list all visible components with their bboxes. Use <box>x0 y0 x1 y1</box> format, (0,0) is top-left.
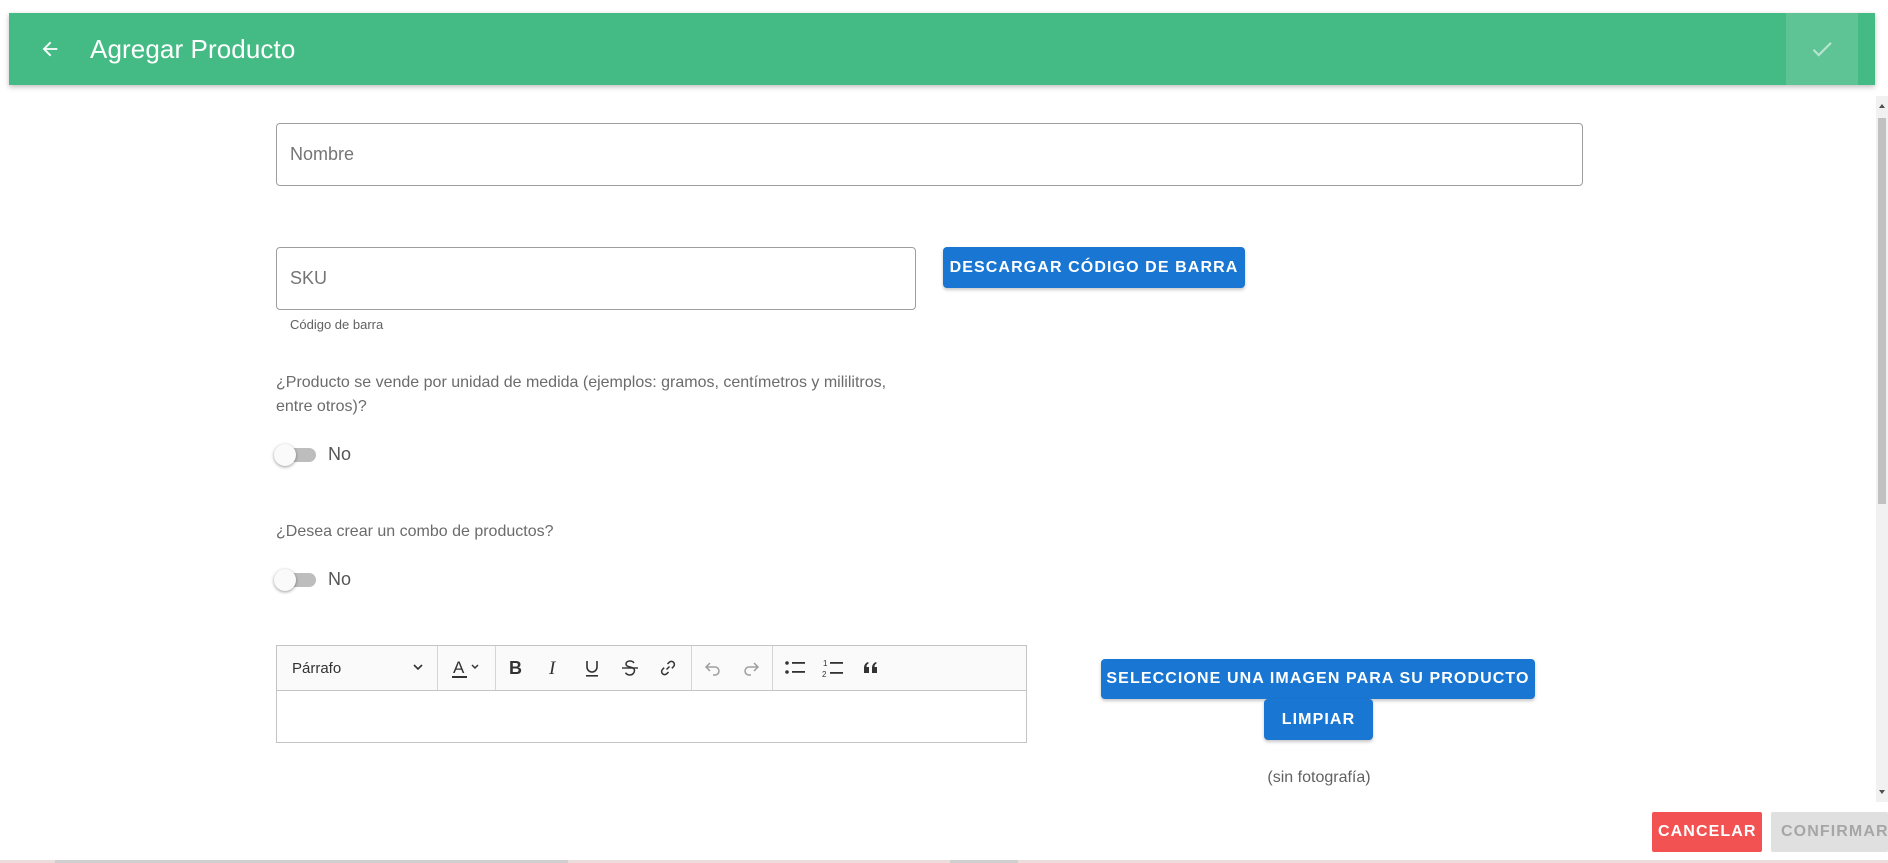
svg-text:A: A <box>453 658 465 677</box>
bold-icon: B <box>509 658 522 678</box>
confirm-button[interactable]: CONFIRMAR <box>1771 812 1888 852</box>
header-confirm-button[interactable] <box>1786 13 1858 85</box>
quote-icon <box>864 662 877 673</box>
sku-input[interactable] <box>277 248 915 309</box>
download-barcode-button[interactable]: DESCARGAR CÓDIGO DE BARRA <box>943 247 1245 288</box>
italic-button[interactable]: I <box>535 649 573 687</box>
check-icon <box>1812 42 1832 57</box>
combo-question: ¿Desea crear un combo de productos? <box>276 523 554 540</box>
combo-toggle[interactable] <box>274 567 320 591</box>
paragraph-style-label: Párrafo <box>292 659 342 677</box>
underline-button[interactable] <box>573 649 611 687</box>
svg-text:1: 1 <box>823 659 828 668</box>
bulleted-list-button[interactable] <box>776 649 814 687</box>
page-title: Agregar Producto <box>90 34 296 64</box>
strikethrough-button[interactable] <box>611 649 649 687</box>
underline-icon <box>586 661 598 677</box>
numbered-list-button[interactable]: 1 2 <box>814 649 852 687</box>
numbered-list-icon: 1 2 <box>822 659 843 679</box>
app-header: Agregar Producto <box>9 13 1875 85</box>
vertical-scrollbar[interactable] <box>1876 96 1888 802</box>
editor-content-area[interactable] <box>277 691 1026 742</box>
format-group: B I <box>497 646 687 690</box>
svg-text:B: B <box>509 658 522 678</box>
strikethrough-icon <box>622 660 638 676</box>
back-button[interactable] <box>27 31 73 67</box>
sku-field[interactable] <box>276 247 916 310</box>
editor-toolbar: Párrafo A B I 1 2 <box>277 646 1026 691</box>
name-field[interactable] <box>276 123 1583 186</box>
toolbar-divider <box>772 646 773 690</box>
font-color-group: A <box>444 646 490 690</box>
scrollbar-thumb[interactable] <box>1878 118 1886 504</box>
svg-text:I: I <box>548 658 557 678</box>
undo-button[interactable] <box>694 649 732 687</box>
font-color-button[interactable]: A <box>444 649 490 687</box>
clear-image-button[interactable]: LIMPIAR <box>1264 699 1373 740</box>
scroll-down-arrow-icon[interactable] <box>1879 790 1885 794</box>
select-image-button[interactable]: SELECCIONE UNA IMAGEN PARA SU PRODUCTO <box>1101 659 1535 699</box>
redo-icon <box>744 662 760 676</box>
link-button[interactable] <box>649 649 687 687</box>
link-icon <box>660 660 676 676</box>
chevron-down-icon <box>413 664 423 671</box>
description-editor: Párrafo A B I 1 2 <box>276 645 1027 743</box>
bulleted-list-icon <box>785 661 805 674</box>
toolbar-divider <box>495 646 496 690</box>
quote-button[interactable] <box>852 649 890 687</box>
scroll-up-arrow-icon[interactable] <box>1879 104 1885 108</box>
cancel-button[interactable]: CANCELAR <box>1652 812 1762 852</box>
block-group: 1 2 <box>776 646 890 690</box>
svg-text:2: 2 <box>822 670 827 679</box>
unit-measure-question: ¿Producto se vende por unidad de medida … <box>276 374 887 415</box>
paragraph-style-dropdown[interactable]: Párrafo <box>277 646 437 690</box>
name-input[interactable] <box>277 124 1582 185</box>
combo-toggle-label: No <box>328 569 352 589</box>
arrow-left-icon <box>42 41 58 57</box>
italic-icon: I <box>548 658 557 678</box>
toolbar-divider <box>691 646 692 690</box>
toggle-knob <box>274 444 296 466</box>
font-color-icon: A <box>452 658 479 678</box>
unit-measure-toggle[interactable] <box>274 442 320 466</box>
toolbar-divider <box>437 646 438 690</box>
bold-button[interactable]: B <box>497 649 535 687</box>
sku-helper-text: Código de barra <box>290 317 384 332</box>
redo-button[interactable] <box>732 649 770 687</box>
no-photo-text: (sin fotografía) <box>1267 769 1371 786</box>
undo-icon <box>704 662 720 676</box>
toggle-knob <box>274 569 296 591</box>
history-group <box>694 646 770 690</box>
unit-measure-toggle-label: No <box>328 444 352 464</box>
